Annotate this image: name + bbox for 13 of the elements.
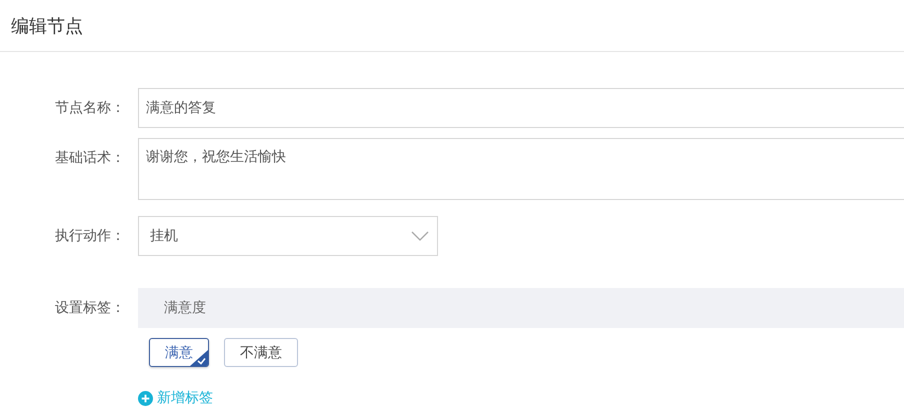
tag-option[interactable]: 不满意 bbox=[224, 338, 298, 367]
tag-option[interactable]: 满意 bbox=[149, 338, 209, 367]
node-name-field[interactable]: 满意的答复 bbox=[138, 88, 904, 128]
plus-circle-icon bbox=[138, 390, 153, 406]
field-label: 设置标签： bbox=[54, 299, 126, 318]
field-label: 节点名称： bbox=[54, 99, 126, 118]
page-title: 编辑节点 bbox=[11, 14, 83, 38]
chevron-down-icon bbox=[411, 231, 429, 241]
tag-group-header: 满意度 bbox=[138, 288, 904, 328]
field-label: 基础话术： bbox=[54, 149, 126, 168]
script-field[interactable]: 谢谢您，祝您生活愉快 bbox=[138, 138, 904, 200]
action-dropdown[interactable]: 挂机 bbox=[138, 216, 438, 256]
field-label: 执行动作： bbox=[54, 227, 126, 246]
